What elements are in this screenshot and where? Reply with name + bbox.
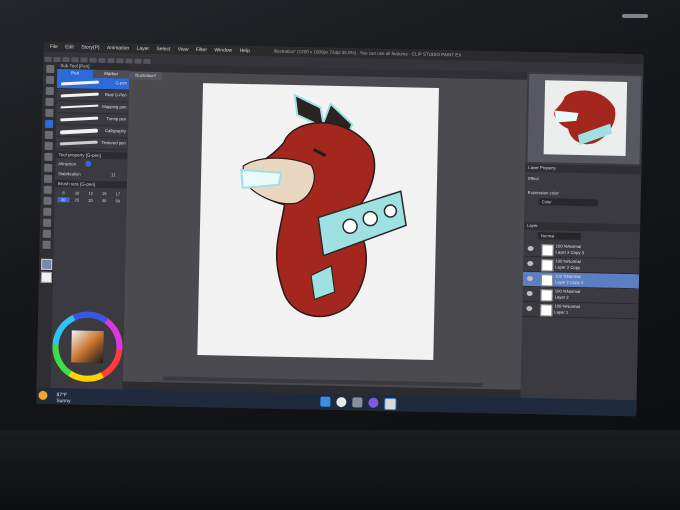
search-icon[interactable] (336, 396, 347, 408)
main-color-swatch[interactable] (40, 258, 52, 270)
screen: File Edit Story(P) Animation Layer Selec… (36, 41, 644, 417)
layer-panel-header: Layer (524, 221, 644, 233)
menu-file[interactable]: File (50, 44, 58, 50)
fox-illustration (240, 93, 407, 318)
canvas-paper[interactable] (197, 83, 439, 360)
layer-thumbnail (540, 289, 553, 302)
clip-studio-icon[interactable] (384, 397, 397, 411)
eyedropper-tool-icon[interactable] (45, 108, 54, 117)
menu-window[interactable]: Window (214, 47, 232, 53)
layer-thumbnail (541, 259, 554, 272)
brush-item[interactable]: Textured pen (55, 137, 128, 151)
zoom-tool-icon[interactable] (46, 64, 55, 73)
airbrush-tool-icon[interactable] (44, 152, 53, 161)
navigator-thumbnail (543, 80, 628, 156)
attraction-radio[interactable] (85, 160, 92, 167)
expression-color-select[interactable]: Color (538, 198, 598, 207)
brush-tool-icon[interactable] (44, 141, 53, 150)
webcam-indicator (622, 14, 648, 18)
weather-desc: Sunny (56, 398, 71, 405)
brush-size-option[interactable]: 25 (71, 197, 83, 202)
operation-tool-icon[interactable] (45, 86, 54, 95)
menu-view[interactable]: View (178, 47, 189, 53)
menu-animation[interactable]: Animation (107, 45, 129, 51)
layer-row[interactable]: 100 %Normal Layer 1 (522, 301, 639, 320)
eye-icon[interactable] (526, 275, 534, 282)
sub-color-swatch[interactable] (40, 271, 52, 283)
blend-mode-select[interactable]: Normal (537, 232, 581, 241)
menu-story[interactable]: Story(P) (81, 45, 99, 51)
balloon-tool-icon[interactable] (42, 229, 51, 238)
menu-help[interactable]: Help (240, 48, 250, 54)
brush-size-option[interactable]: 20 (57, 197, 70, 203)
text-tool-icon[interactable] (42, 218, 52, 227)
eye-icon[interactable] (526, 290, 533, 297)
brush-size-option[interactable]: 10 (71, 190, 83, 195)
layer-thumbnail (541, 244, 554, 257)
subtool-panel: Sub Tool [Pen] Pen Marker G-pen Real G-P… (50, 62, 131, 390)
expression-color-label: Expression color (527, 189, 559, 196)
navigator-panel[interactable] (527, 73, 642, 165)
chat-icon[interactable] (368, 397, 379, 408)
eraser-tool-icon[interactable] (44, 163, 53, 172)
menu-filter[interactable]: Filter (196, 47, 207, 53)
eye-icon[interactable] (527, 260, 534, 267)
canvas-area: Illustration* (122, 63, 528, 390)
brush-size-option[interactable]: 12 (85, 191, 97, 196)
blend-tool-icon[interactable] (43, 174, 53, 183)
layer-list: 100 %Normal Layer 2 Copy 3 100 %Normal Lay… (522, 241, 640, 320)
sun-icon (38, 390, 48, 400)
start-icon[interactable] (320, 396, 331, 407)
brush-size-option[interactable]: 30 (85, 198, 97, 203)
brush-size-option[interactable]: 15 (98, 191, 110, 196)
gradient-tool-icon[interactable] (43, 196, 52, 205)
brush-size-option[interactable]: 40 (98, 198, 110, 203)
ruler-tool-icon[interactable] (42, 240, 51, 249)
brush-size-grid: 8 10 12 15 17 20 25 30 40 50 (54, 187, 126, 207)
pen-tool-icon[interactable] (45, 119, 54, 128)
stabilization-label: Stabilization (58, 171, 81, 177)
selection-tool-icon[interactable] (45, 97, 54, 106)
effect-label: Effect (528, 175, 539, 182)
fill-tool-icon[interactable] (43, 185, 52, 194)
menu-select[interactable]: Select (156, 46, 170, 52)
pencil-tool-icon[interactable] (44, 130, 53, 139)
layer-thumbnail (540, 304, 553, 317)
brush-size-option[interactable]: 17 (112, 191, 124, 196)
move-tool-icon[interactable] (45, 75, 55, 84)
layer-thumbnail (540, 274, 554, 287)
menu-layer[interactable]: Layer (136, 46, 149, 52)
eye-icon[interactable] (526, 305, 533, 312)
attraction-label: Attraction (58, 161, 77, 167)
brush-size-option[interactable]: 50 (112, 198, 124, 203)
right-panels: Layer Property Effect Expression color C… (520, 71, 644, 401)
eye-icon[interactable] (527, 245, 534, 252)
figure-tool-icon[interactable] (43, 207, 52, 216)
color-wheel[interactable] (51, 308, 125, 387)
stabilization-value[interactable]: 11 (111, 172, 115, 177)
brush-size-option[interactable]: 8 (58, 190, 70, 195)
document-tab[interactable]: Illustration* (129, 71, 163, 81)
layer-property-tab[interactable]: Layer Property (525, 163, 644, 175)
desk-surface (0, 430, 680, 510)
task-view-icon[interactable] (352, 397, 363, 408)
menu-edit[interactable]: Edit (65, 44, 74, 50)
tool-property-body: Attraction Stabilization 11 (55, 158, 127, 182)
